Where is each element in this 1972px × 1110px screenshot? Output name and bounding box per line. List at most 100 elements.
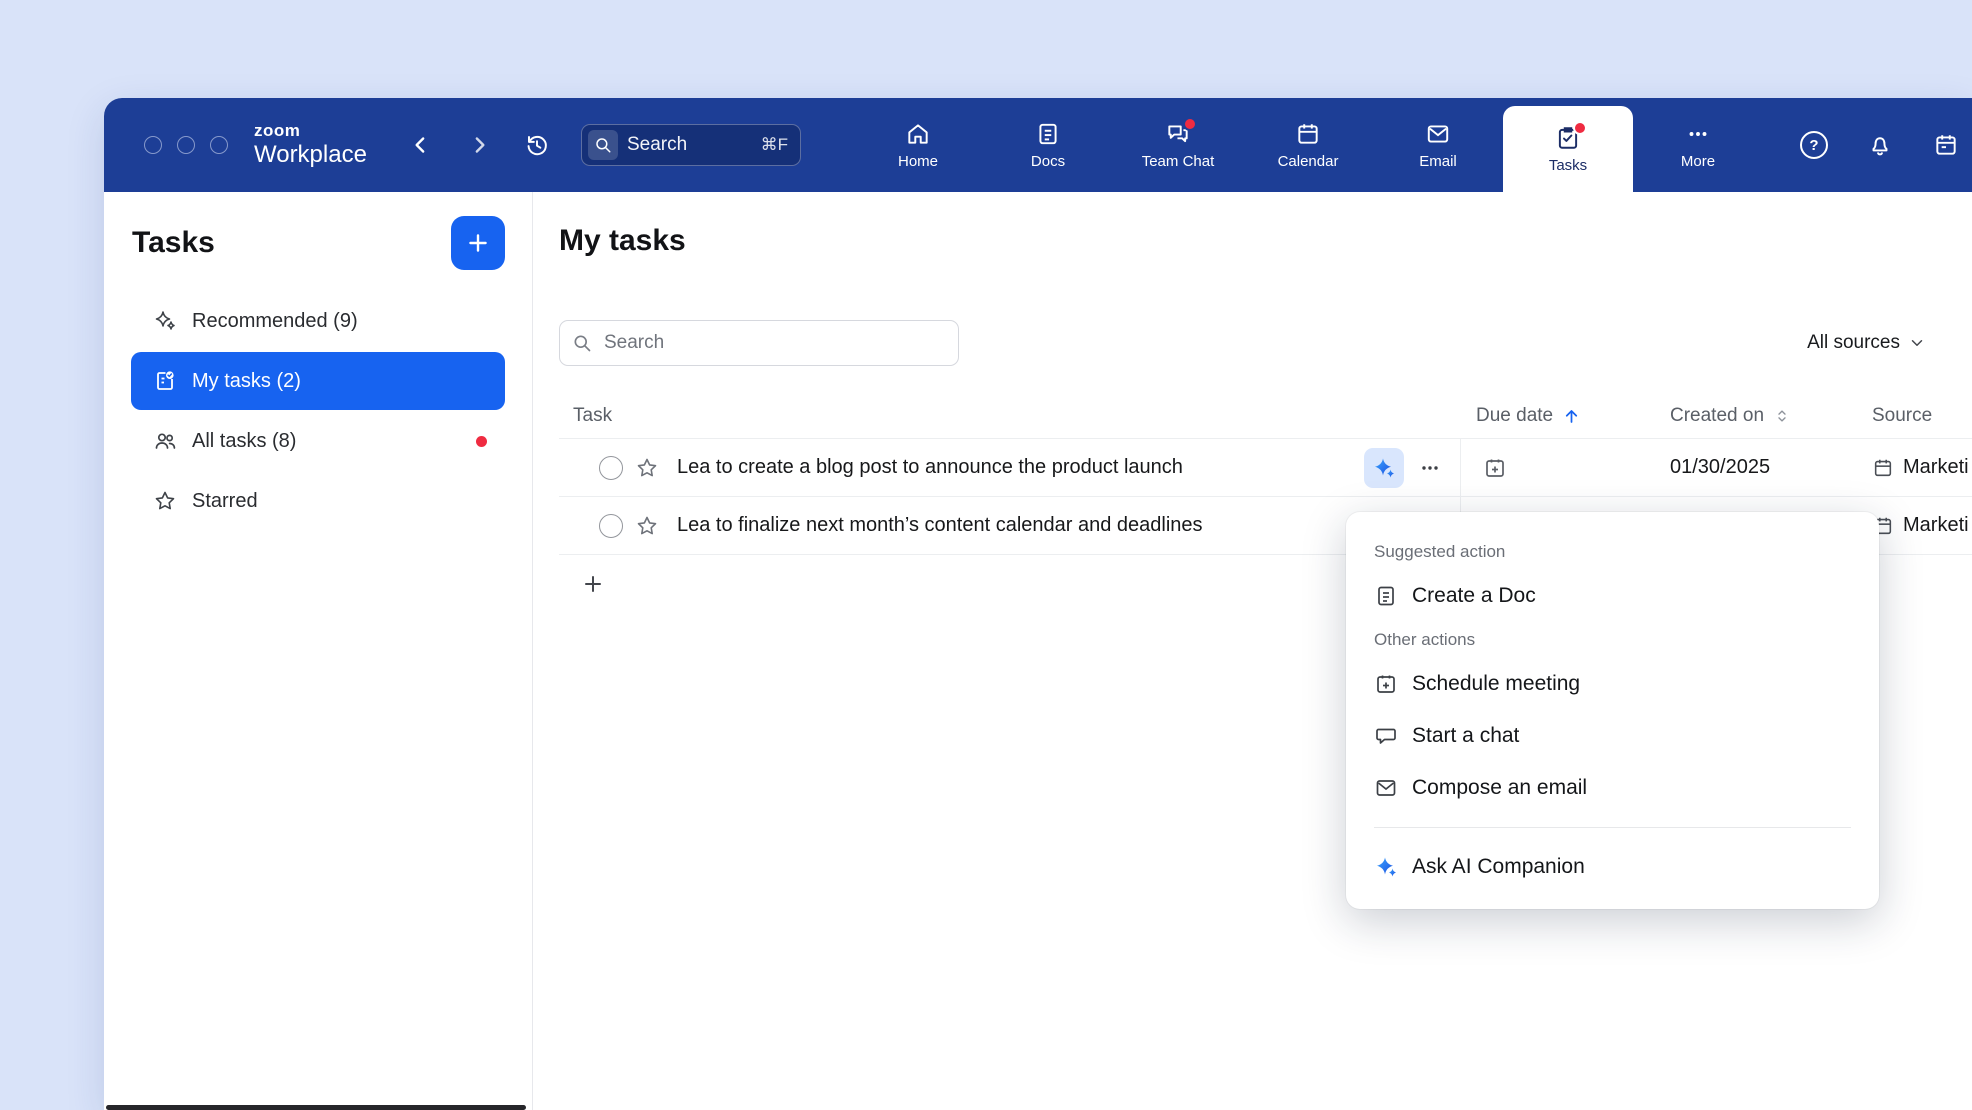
doc-icon: [1374, 584, 1398, 608]
sidebar-item-recommended[interactable]: Recommended (9): [131, 292, 505, 350]
search-shortcut-hint: ⌘F: [761, 135, 788, 155]
nav-item-tasks[interactable]: Tasks: [1503, 106, 1633, 192]
ai-sparkle-icon: [1374, 855, 1398, 879]
sidebar-item-starred[interactable]: Starred: [131, 472, 505, 530]
chevron-left-icon: [408, 132, 434, 158]
forward-button[interactable]: [462, 128, 496, 162]
menu-item-label: Start a chat: [1412, 724, 1519, 748]
menu-item-label: Compose an email: [1412, 776, 1587, 800]
menu-item-ask-ai-companion[interactable]: Ask AI Companion: [1346, 841, 1879, 893]
sort-ascending-icon: [1562, 407, 1581, 426]
menu-item-compose-email[interactable]: Compose an email: [1346, 762, 1879, 814]
task-title: Lea to finalize next month’s content cal…: [677, 514, 1203, 537]
task-source: Marketi: [1848, 456, 1972, 479]
notifications-button[interactable]: [1863, 128, 1897, 162]
window-controls: [144, 98, 228, 192]
star-icon: [153, 489, 177, 513]
desktop: zoom Workplace: [0, 0, 1972, 1110]
sidebar-item-my-tasks[interactable]: My tasks (2): [131, 352, 505, 410]
menu-divider: [1374, 827, 1851, 828]
task-created-date: 01/30/2025: [1646, 456, 1848, 479]
star-task-button[interactable]: [635, 514, 659, 538]
nav-label-team-chat: Team Chat: [1142, 154, 1215, 169]
calendar-panel-icon: [1933, 132, 1959, 158]
sidebar-label-starred: Starred: [192, 490, 258, 513]
plus-icon: [465, 230, 491, 256]
plus-icon: [581, 572, 605, 596]
column-header-due-date[interactable]: Due date: [1460, 405, 1646, 427]
column-header-created-on[interactable]: Created on: [1646, 405, 1848, 427]
scrollbar-horizontal[interactable]: [106, 1105, 526, 1110]
chat-bubble-icon: [1374, 724, 1398, 748]
page-title: My tasks: [559, 222, 1972, 260]
task-source-label: Marketi: [1903, 456, 1969, 479]
star-task-button[interactable]: [635, 456, 659, 480]
my-tasks-icon: [153, 369, 177, 393]
all-tasks-notification-dot: [476, 436, 487, 447]
topbar-utility-icons: ?: [1797, 98, 1963, 192]
menu-item-label: Ask AI Companion: [1412, 855, 1585, 879]
window-control-close[interactable]: [144, 136, 162, 154]
logo-workplace-text: Workplace: [254, 142, 367, 168]
nav-item-more[interactable]: More: [1633, 98, 1763, 192]
nav-label-tasks: Tasks: [1549, 158, 1587, 173]
calendar-shortcut-button[interactable]: [1929, 128, 1963, 162]
table-header-row: Task Due date Created on Source: [559, 394, 1972, 439]
column-header-source: Source: [1848, 405, 1972, 427]
tasks-toolbar: All sources: [559, 320, 1972, 366]
calendar-add-icon: [1483, 456, 1507, 480]
task-complete-checkbox[interactable]: [599, 514, 623, 538]
nav-item-team-chat[interactable]: Team Chat: [1113, 98, 1243, 192]
nav-label-home: Home: [898, 154, 938, 169]
ai-companion-button[interactable]: [1364, 448, 1404, 488]
search-icon: [594, 136, 612, 154]
history-button[interactable]: [520, 128, 554, 162]
task-row[interactable]: Lea to create a blog post to announce th…: [559, 439, 1972, 497]
nav-label-more: More: [1681, 154, 1715, 169]
back-button[interactable]: [404, 128, 438, 162]
task-complete-checkbox[interactable]: [599, 456, 623, 480]
ai-actions-menu: Suggested action Create a Doc Other acti…: [1346, 512, 1879, 909]
calendar-plus-icon: [1374, 672, 1398, 696]
nav-item-email[interactable]: Email: [1373, 98, 1503, 192]
star-icon: [635, 514, 659, 538]
sparkles-icon: [153, 309, 177, 333]
sidebar-title: Tasks: [132, 226, 215, 260]
star-icon: [635, 456, 659, 480]
nav-item-docs[interactable]: Docs: [983, 98, 1113, 192]
ellipsis-icon: [1418, 456, 1442, 480]
menu-item-label: Create a Doc: [1412, 584, 1536, 608]
primary-navigation: Home Docs Team Chat Calendar: [853, 98, 1763, 192]
people-icon: [153, 429, 177, 453]
menu-section-suggested: Suggested action: [1346, 534, 1879, 570]
top-navigation-bar: zoom Workplace: [104, 98, 1972, 192]
add-due-date-button[interactable]: [1460, 439, 1646, 496]
task-search-field[interactable]: [559, 320, 959, 366]
window-control-minimize[interactable]: [177, 136, 195, 154]
docs-icon: [1035, 121, 1061, 147]
menu-item-create-doc[interactable]: Create a Doc: [1346, 570, 1879, 622]
task-title: Lea to create a blog post to announce th…: [677, 456, 1183, 479]
column-header-task: Task: [559, 405, 1460, 427]
ai-sparkle-icon: [1372, 456, 1396, 480]
source-calendar-icon: [1872, 457, 1894, 479]
nav-item-home[interactable]: Home: [853, 98, 983, 192]
sources-filter-dropdown[interactable]: All sources: [1807, 332, 1926, 354]
menu-item-label: Schedule meeting: [1412, 672, 1580, 696]
nav-label-email: Email: [1419, 154, 1457, 169]
logo-zoom-text: zoom: [254, 122, 367, 139]
global-search-button[interactable]: Search ⌘F: [581, 124, 801, 166]
global-search-placeholder: Search: [627, 134, 752, 156]
bell-icon: [1867, 132, 1893, 158]
window-control-zoom[interactable]: [210, 136, 228, 154]
menu-item-schedule-meeting[interactable]: Schedule meeting: [1346, 658, 1879, 710]
sidebar-item-all-tasks[interactable]: All tasks (8): [131, 412, 505, 470]
nav-item-calendar[interactable]: Calendar: [1243, 98, 1373, 192]
menu-item-start-chat[interactable]: Start a chat: [1346, 710, 1879, 762]
help-button[interactable]: ?: [1797, 128, 1831, 162]
search-icon-tile: [588, 130, 618, 160]
task-more-actions-button[interactable]: [1412, 450, 1448, 486]
task-search-input[interactable]: [602, 331, 946, 355]
add-task-button[interactable]: [451, 216, 505, 270]
sidebar-label-my-tasks: My tasks (2): [192, 370, 301, 393]
